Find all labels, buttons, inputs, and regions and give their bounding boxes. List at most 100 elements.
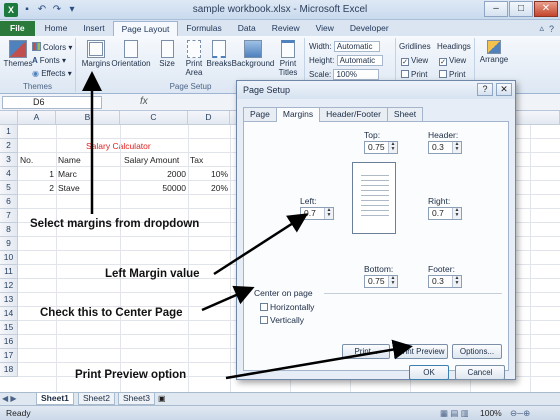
gridlines-view-checkbox[interactable]: ✓ View	[401, 55, 428, 66]
theme-colors-button[interactable]: Colors ▾	[32, 42, 72, 53]
column-header[interactable]: B	[56, 111, 120, 125]
row-header[interactable]: 6	[0, 195, 18, 209]
zoom-slider-icon[interactable]: ⊖─⊕	[510, 406, 530, 420]
tab-sheet[interactable]: Sheet	[386, 107, 424, 121]
background-button[interactable]: Background	[231, 39, 275, 79]
height-field[interactable]: Automatic	[336, 55, 383, 66]
spinner-arrows-icon[interactable]: ▲ ▼	[452, 208, 461, 219]
row-header[interactable]: 17	[0, 349, 18, 363]
tab-insert[interactable]: Insert	[75, 21, 112, 36]
dialog-close-button[interactable]: ✕	[496, 83, 512, 96]
name-box[interactable]: D6	[2, 96, 102, 109]
fx-icon[interactable]: fx	[140, 96, 148, 107]
left-spinner[interactable]: 0.7 ▲ ▼	[300, 207, 334, 220]
sheet-tab[interactable]: Sheet2	[78, 393, 115, 405]
header-cell-tax[interactable]: Tax	[190, 153, 203, 167]
select-all-corner[interactable]	[0, 111, 18, 125]
cell-salary[interactable]: 2000	[120, 167, 186, 181]
tab-file[interactable]: File	[0, 21, 35, 36]
horizontally-checkbox[interactable]: Horizontally	[260, 302, 314, 312]
help-icon[interactable]: ?	[549, 24, 554, 34]
column-header[interactable]: C	[120, 111, 188, 125]
header-cell-salary[interactable]: Salary Amount	[124, 153, 179, 167]
tab-home[interactable]: Home	[37, 21, 76, 36]
print-titles-button[interactable]: Print Titles	[273, 39, 303, 79]
header-cell-name[interactable]: Name	[58, 153, 81, 167]
row-header[interactable]: 14	[0, 307, 18, 321]
row-header[interactable]: 12	[0, 279, 18, 293]
row-header[interactable]: 15	[0, 321, 18, 335]
row-header[interactable]: 4	[0, 167, 18, 181]
cancel-button[interactable]: Cancel	[455, 365, 505, 380]
row-header[interactable]: 1	[0, 125, 18, 139]
margins-button[interactable]: Margins	[79, 39, 113, 79]
cell-salary[interactable]: 50000	[120, 181, 186, 195]
row-header[interactable]: 5	[0, 181, 18, 195]
maximize-button[interactable]: □	[509, 1, 533, 17]
row-header[interactable]: 11	[0, 265, 18, 279]
zoom-level[interactable]: 100%	[480, 406, 502, 420]
options-button[interactable]: Options...	[452, 344, 502, 359]
row-header[interactable]: 8	[0, 223, 18, 237]
footer-spinner[interactable]: 0.3 ▲ ▼	[428, 275, 462, 288]
row-header[interactable]: 18	[0, 363, 18, 377]
tab-developer[interactable]: Developer	[342, 21, 397, 36]
tab-review[interactable]: Review	[264, 21, 308, 36]
minimize-button[interactable]: –	[484, 1, 508, 17]
theme-fonts-button[interactable]: A Fonts ▾	[32, 55, 66, 66]
headings-view-checkbox[interactable]: ✓ View	[439, 55, 466, 66]
header-spinner[interactable]: 0.3 ▲ ▼	[428, 141, 462, 154]
sheet-tab[interactable]: Sheet1	[36, 393, 74, 405]
spinner-arrows-icon[interactable]: ▲ ▼	[388, 142, 397, 153]
sheet-tab[interactable]: Sheet3	[118, 393, 155, 405]
cell-no[interactable]: 1	[18, 167, 54, 181]
print-area-button[interactable]: Print Area	[180, 39, 208, 79]
vertically-checkbox[interactable]: Vertically	[260, 315, 304, 325]
tab-data[interactable]: Data	[230, 21, 264, 36]
ok-button[interactable]: OK	[409, 365, 449, 380]
row-header[interactable]: 9	[0, 237, 18, 251]
scale-control[interactable]: Scale: 100%	[309, 69, 380, 80]
spinner-arrows-icon[interactable]: ▲ ▼	[324, 208, 333, 219]
print-preview-button[interactable]: Print Preview	[394, 344, 448, 359]
tab-page[interactable]: Page	[243, 107, 277, 121]
column-header[interactable]: D	[188, 111, 230, 125]
row-header[interactable]: 7	[0, 209, 18, 223]
row-header[interactable]: 2	[0, 139, 18, 153]
row-header[interactable]: 10	[0, 251, 18, 265]
tab-view[interactable]: View	[308, 21, 342, 36]
header-cell-no[interactable]: No.	[20, 153, 33, 167]
headings-print-checkbox[interactable]: Print	[439, 69, 465, 80]
view-buttons-icon[interactable]: ▦ ▤ ▥	[440, 406, 469, 420]
row-header[interactable]: 3	[0, 153, 18, 167]
theme-effects-button[interactable]: ◉ Effects ▾	[32, 68, 72, 79]
spinner-arrows-icon[interactable]: ▲ ▼	[388, 276, 397, 287]
orientation-button[interactable]: Orientation	[111, 39, 151, 79]
cell-no[interactable]: 2	[18, 181, 54, 195]
spinner-arrows-icon[interactable]: ▲ ▼	[452, 276, 461, 287]
cell-tax[interactable]: 20%	[188, 181, 228, 195]
arrange-button[interactable]: Arrange	[477, 39, 511, 79]
tab-margins[interactable]: Margins	[275, 107, 321, 122]
size-button[interactable]: Size	[153, 39, 181, 79]
width-field[interactable]: Automatic	[333, 41, 380, 52]
spinner-arrows-icon[interactable]: ▲ ▼	[452, 142, 461, 153]
column-header[interactable]: A	[18, 111, 56, 125]
breaks-button[interactable]: Breaks	[205, 39, 233, 79]
title-cell[interactable]: Salary Calculator	[86, 139, 151, 153]
dialog-help-button[interactable]: ?	[477, 83, 493, 96]
bottom-spinner[interactable]: 0.75 ▲ ▼	[364, 275, 398, 288]
row-header[interactable]: 16	[0, 335, 18, 349]
scale-field[interactable]: 100%	[333, 69, 380, 80]
sheet-nav-icon[interactable]: ◀ ▶	[2, 393, 17, 405]
width-control[interactable]: Width: Automatic	[309, 41, 380, 52]
top-spinner[interactable]: 0.75 ▲ ▼	[364, 141, 398, 154]
cell-tax[interactable]: 10%	[188, 167, 228, 181]
print-button[interactable]: Print...	[342, 344, 390, 359]
cell-name[interactable]: Stave	[58, 181, 80, 195]
height-control[interactable]: Height: Automatic	[309, 55, 383, 66]
row-header[interactable]: 13	[0, 293, 18, 307]
gridlines-print-checkbox[interactable]: Print	[401, 69, 427, 80]
tab-header-footer[interactable]: Header/Footer	[319, 107, 388, 121]
tab-formulas[interactable]: Formulas	[178, 21, 229, 36]
